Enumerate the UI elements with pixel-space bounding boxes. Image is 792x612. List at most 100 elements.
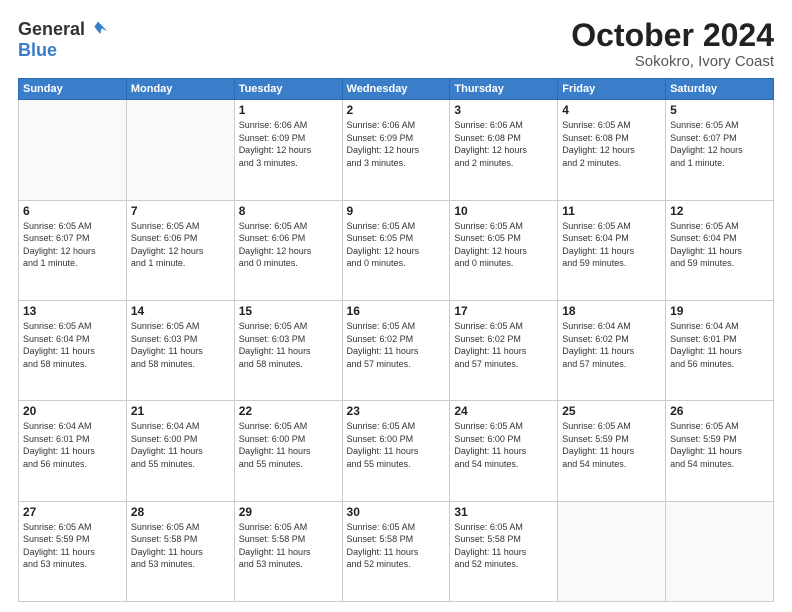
day-info: Sunrise: 6:05 AM Sunset: 6:04 PM Dayligh… bbox=[23, 320, 122, 370]
calendar-week-row: 6 Sunrise: 6:05 AM Sunset: 6:07 PM Daylig… bbox=[19, 200, 774, 300]
table-row: 6 Sunrise: 6:05 AM Sunset: 6:07 PM Daylig… bbox=[19, 200, 127, 300]
day-info: Sunrise: 6:05 AM Sunset: 5:58 PM Dayligh… bbox=[131, 521, 230, 571]
day-info: Sunrise: 6:06 AM Sunset: 6:08 PM Dayligh… bbox=[454, 119, 553, 169]
day-number: 2 bbox=[347, 103, 446, 117]
day-number: 4 bbox=[562, 103, 661, 117]
table-row: 7 Sunrise: 6:05 AM Sunset: 6:06 PM Daylig… bbox=[126, 200, 234, 300]
table-row: 9 Sunrise: 6:05 AM Sunset: 6:05 PM Daylig… bbox=[342, 200, 450, 300]
day-info: Sunrise: 6:05 AM Sunset: 6:06 PM Dayligh… bbox=[131, 220, 230, 270]
day-number: 12 bbox=[670, 204, 769, 218]
day-info: Sunrise: 6:05 AM Sunset: 6:02 PM Dayligh… bbox=[454, 320, 553, 370]
table-row: 27 Sunrise: 6:05 AM Sunset: 5:59 PM Dayli… bbox=[19, 501, 127, 601]
table-row: 18 Sunrise: 6:04 AM Sunset: 6:02 PM Dayli… bbox=[558, 300, 666, 400]
day-info: Sunrise: 6:05 AM Sunset: 5:59 PM Dayligh… bbox=[562, 420, 661, 470]
logo: General Blue bbox=[18, 18, 109, 61]
header: General Blue October 2024 Sokokro, Ivory… bbox=[18, 18, 774, 70]
table-row: 13 Sunrise: 6:05 AM Sunset: 6:04 PM Dayli… bbox=[19, 300, 127, 400]
table-row bbox=[558, 501, 666, 601]
day-info: Sunrise: 6:05 AM Sunset: 5:58 PM Dayligh… bbox=[239, 521, 338, 571]
day-info: Sunrise: 6:05 AM Sunset: 6:04 PM Dayligh… bbox=[562, 220, 661, 270]
day-number: 23 bbox=[347, 404, 446, 418]
table-row: 16Sunrise: 6:05 AM Sunset: 6:02 PM Dayli… bbox=[342, 300, 450, 400]
table-row: 12 Sunrise: 6:05 AM Sunset: 6:04 PM Dayli… bbox=[666, 200, 774, 300]
day-info: Sunrise: 6:05 AM Sunset: 6:06 PM Dayligh… bbox=[239, 220, 338, 270]
day-info: Sunrise: 6:06 AM Sunset: 6:09 PM Dayligh… bbox=[347, 119, 446, 169]
table-row: 28 Sunrise: 6:05 AM Sunset: 5:58 PM Dayli… bbox=[126, 501, 234, 601]
table-row: 3 Sunrise: 6:06 AM Sunset: 6:08 PM Daylig… bbox=[450, 100, 558, 200]
day-info: Sunrise: 6:05 AM Sunset: 6:07 PM Dayligh… bbox=[670, 119, 769, 169]
table-row: 26 Sunrise: 6:05 AM Sunset: 5:59 PM Dayli… bbox=[666, 401, 774, 501]
day-info: Sunrise: 6:05 AM Sunset: 5:59 PM Dayligh… bbox=[23, 521, 122, 571]
day-number: 3 bbox=[454, 103, 553, 117]
table-row: 31Sunrise: 6:05 AM Sunset: 5:58 PM Dayli… bbox=[450, 501, 558, 601]
day-info: Sunrise: 6:05 AM Sunset: 6:00 PM Dayligh… bbox=[347, 420, 446, 470]
page: General Blue October 2024 Sokokro, Ivory… bbox=[0, 0, 792, 612]
table-row bbox=[19, 100, 127, 200]
table-row: 15Sunrise: 6:05 AM Sunset: 6:03 PM Dayli… bbox=[234, 300, 342, 400]
calendar-week-row: 1 Sunrise: 6:06 AM Sunset: 6:09 PM Daylig… bbox=[19, 100, 774, 200]
day-number: 1 bbox=[239, 103, 338, 117]
calendar-week-row: 20Sunrise: 6:04 AM Sunset: 6:01 PM Dayli… bbox=[19, 401, 774, 501]
day-number: 30 bbox=[347, 505, 446, 519]
day-info: Sunrise: 6:05 AM Sunset: 6:08 PM Dayligh… bbox=[562, 119, 661, 169]
day-number: 8 bbox=[239, 204, 338, 218]
day-number: 25 bbox=[562, 404, 661, 418]
day-number: 24 bbox=[454, 404, 553, 418]
day-number: 28 bbox=[131, 505, 230, 519]
table-row: 11 Sunrise: 6:05 AM Sunset: 6:04 PM Dayli… bbox=[558, 200, 666, 300]
logo-general-text: General bbox=[18, 19, 85, 40]
month-title: October 2024 bbox=[571, 18, 774, 53]
day-info: Sunrise: 6:05 AM Sunset: 6:05 PM Dayligh… bbox=[454, 220, 553, 270]
day-info: Sunrise: 6:05 AM Sunset: 5:58 PM Dayligh… bbox=[347, 521, 446, 571]
table-row: 8 Sunrise: 6:05 AM Sunset: 6:06 PM Daylig… bbox=[234, 200, 342, 300]
day-number: 14 bbox=[131, 304, 230, 318]
weekday-header-row: Sunday Monday Tuesday Wednesday Thursday… bbox=[19, 79, 774, 100]
day-number: 19 bbox=[670, 304, 769, 318]
day-info: Sunrise: 6:05 AM Sunset: 6:00 PM Dayligh… bbox=[454, 420, 553, 470]
table-row: 2 Sunrise: 6:06 AM Sunset: 6:09 PM Daylig… bbox=[342, 100, 450, 200]
day-info: Sunrise: 6:05 AM Sunset: 6:05 PM Dayligh… bbox=[347, 220, 446, 270]
title-area: October 2024 Sokokro, Ivory Coast bbox=[571, 18, 774, 70]
day-number: 13 bbox=[23, 304, 122, 318]
day-number: 22 bbox=[239, 404, 338, 418]
header-wednesday: Wednesday bbox=[342, 79, 450, 100]
table-row: 10 Sunrise: 6:05 AM Sunset: 6:05 PM Dayli… bbox=[450, 200, 558, 300]
day-number: 5 bbox=[670, 103, 769, 117]
table-row bbox=[126, 100, 234, 200]
table-row: 25 Sunrise: 6:05 AM Sunset: 5:59 PM Dayli… bbox=[558, 401, 666, 501]
table-row: 23 Sunrise: 6:05 AM Sunset: 6:00 PM Dayli… bbox=[342, 401, 450, 501]
day-number: 16 bbox=[347, 304, 446, 318]
table-row: 24 Sunrise: 6:05 AM Sunset: 6:00 PM Dayli… bbox=[450, 401, 558, 501]
day-number: 10 bbox=[454, 204, 553, 218]
header-sunday: Sunday bbox=[19, 79, 127, 100]
table-row: 5 Sunrise: 6:05 AM Sunset: 6:07 PM Daylig… bbox=[666, 100, 774, 200]
day-number: 27 bbox=[23, 505, 122, 519]
table-row: 14Sunrise: 6:05 AM Sunset: 6:03 PM Dayli… bbox=[126, 300, 234, 400]
logo-blue-text: Blue bbox=[18, 40, 57, 61]
day-number: 26 bbox=[670, 404, 769, 418]
day-number: 31 bbox=[454, 505, 553, 519]
table-row: 4 Sunrise: 6:05 AM Sunset: 6:08 PM Daylig… bbox=[558, 100, 666, 200]
calendar-week-row: 13 Sunrise: 6:05 AM Sunset: 6:04 PM Dayli… bbox=[19, 300, 774, 400]
day-info: Sunrise: 6:05 AM Sunset: 5:59 PM Dayligh… bbox=[670, 420, 769, 470]
day-number: 29 bbox=[239, 505, 338, 519]
day-info: Sunrise: 6:05 AM Sunset: 6:04 PM Dayligh… bbox=[670, 220, 769, 270]
calendar-table: Sunday Monday Tuesday Wednesday Thursday… bbox=[18, 78, 774, 602]
day-info: Sunrise: 6:05 AM Sunset: 6:07 PM Dayligh… bbox=[23, 220, 122, 270]
day-info: Sunrise: 6:04 AM Sunset: 6:02 PM Dayligh… bbox=[562, 320, 661, 370]
day-info: Sunrise: 6:04 AM Sunset: 6:00 PM Dayligh… bbox=[131, 420, 230, 470]
header-monday: Monday bbox=[126, 79, 234, 100]
day-info: Sunrise: 6:05 AM Sunset: 6:03 PM Dayligh… bbox=[239, 320, 338, 370]
day-number: 7 bbox=[131, 204, 230, 218]
day-number: 9 bbox=[347, 204, 446, 218]
table-row: 1Sunrise: 6:06 AM Sunset: 6:09 PM Daylig… bbox=[234, 100, 342, 200]
day-number: 18 bbox=[562, 304, 661, 318]
table-row: 30 Sunrise: 6:05 AM Sunset: 5:58 PM Dayli… bbox=[342, 501, 450, 601]
header-tuesday: Tuesday bbox=[234, 79, 342, 100]
table-row: 22Sunrise: 6:05 AM Sunset: 6:00 PM Dayli… bbox=[234, 401, 342, 501]
day-number: 6 bbox=[23, 204, 122, 218]
day-number: 11 bbox=[562, 204, 661, 218]
table-row: 20Sunrise: 6:04 AM Sunset: 6:01 PM Dayli… bbox=[19, 401, 127, 501]
day-info: Sunrise: 6:04 AM Sunset: 6:01 PM Dayligh… bbox=[23, 420, 122, 470]
location: Sokokro, Ivory Coast bbox=[571, 53, 774, 70]
